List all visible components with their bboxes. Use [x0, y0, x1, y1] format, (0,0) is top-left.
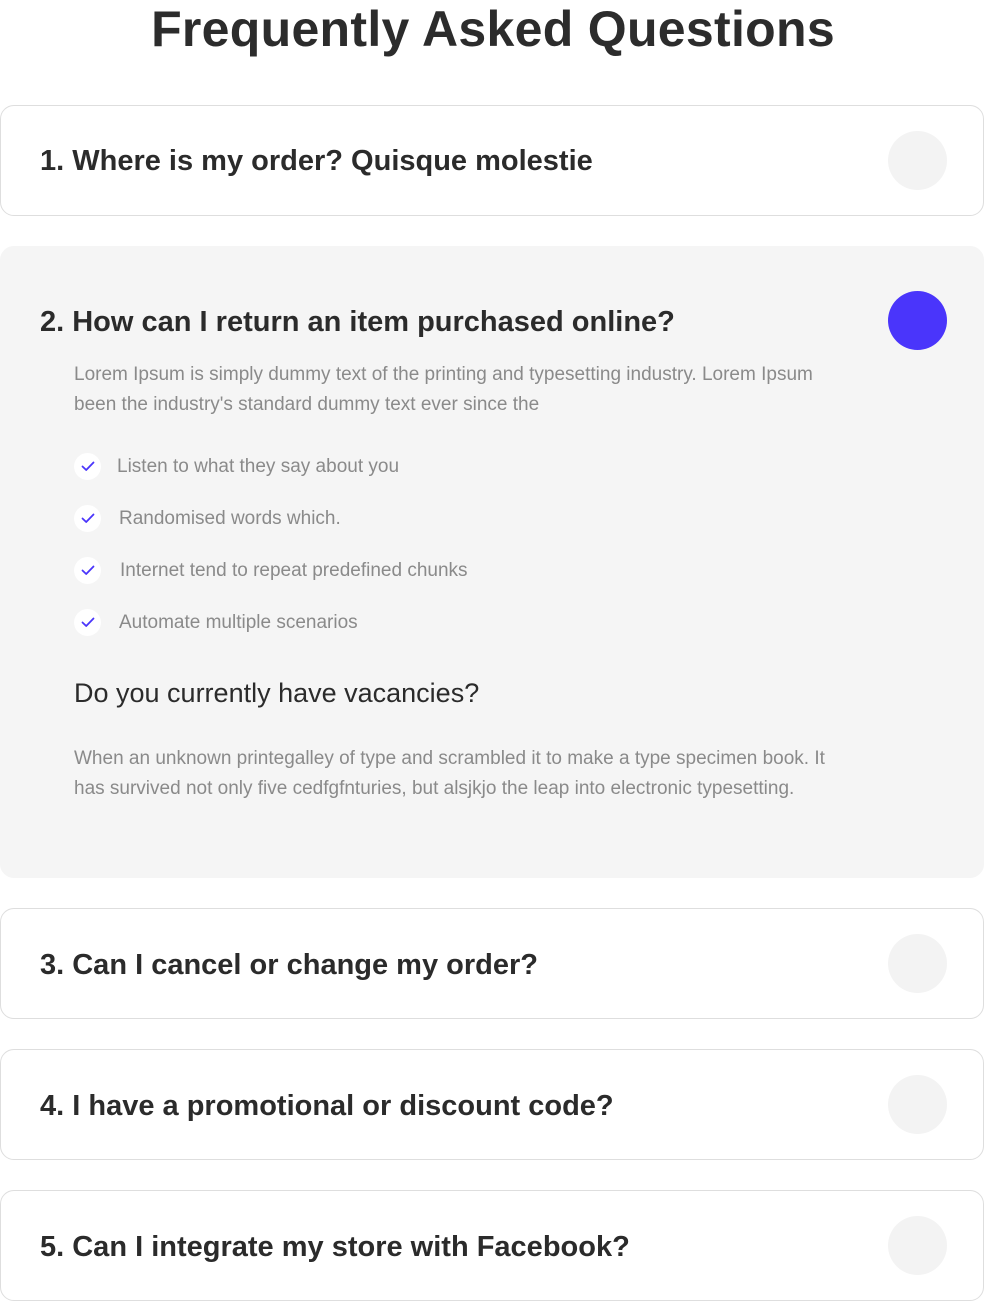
circle-toggle-icon[interactable] — [888, 1216, 947, 1275]
checklist-item-label: Automate multiple scenarios — [119, 612, 358, 633]
checklist-item: Randomised words which. — [74, 505, 468, 557]
circle-toggle-icon[interactable] — [888, 1075, 947, 1134]
answer-checklist: Listen to what they say about you Random… — [74, 453, 468, 661]
check-icon — [74, 453, 101, 480]
faq-item-4[interactable]: 4. I have a promotional or discount code… — [0, 1049, 984, 1160]
checklist-item: Listen to what they say about you — [74, 453, 468, 505]
sub-question-heading: Do you currently have vacancies? — [74, 678, 480, 708]
faq-item-3[interactable]: 3. Can I cancel or change my order? — [0, 908, 984, 1019]
faq-question-5[interactable]: 5. Can I integrate my store with Faceboo… — [40, 1229, 630, 1265]
checklist-item-label: Randomised words which. — [119, 508, 341, 529]
faq-item-5[interactable]: 5. Can I integrate my store with Faceboo… — [0, 1190, 984, 1301]
faq-question-3[interactable]: 3. Can I cancel or change my order? — [40, 947, 538, 983]
check-icon — [74, 609, 101, 636]
faq-answer-2: Lorem Ipsum is simply dummy text of the … — [74, 364, 813, 415]
faq-question-4[interactable]: 4. I have a promotional or discount code… — [40, 1088, 614, 1124]
circle-toggle-icon[interactable] — [888, 934, 947, 993]
check-icon — [74, 505, 101, 532]
checklist-item: Internet tend to repeat predefined chunk… — [74, 557, 468, 609]
checklist-item-label: Internet tend to repeat predefined chunk… — [120, 560, 468, 581]
page-title: Frequently Asked Questions — [151, 1, 835, 57]
circle-toggle-icon[interactable] — [888, 131, 947, 190]
circle-toggle-icon[interactable] — [888, 291, 947, 350]
faq-item-1[interactable]: 1. Where is my order? Quisque molestie — [0, 105, 984, 216]
checklist-item: Automate multiple scenarios — [74, 609, 468, 661]
faq-question-1[interactable]: 1. Where is my order? Quisque molestie — [40, 143, 593, 179]
check-icon — [74, 557, 101, 584]
faq-question-2[interactable]: 2. How can I return an item purchased on… — [40, 304, 675, 340]
checklist-item-label: Listen to what they say about you — [117, 456, 400, 477]
sub-answer-text: When an unknown printegalley of type and… — [74, 748, 825, 799]
